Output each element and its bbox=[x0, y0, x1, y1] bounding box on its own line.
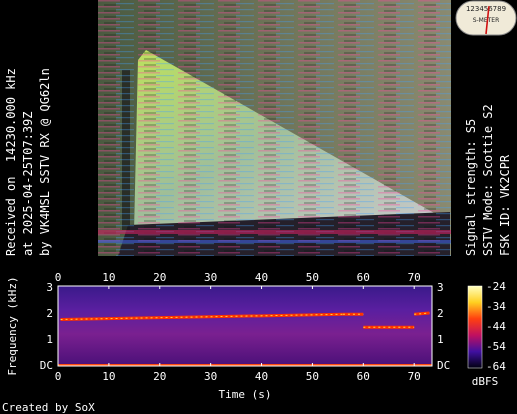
s-meter-scale: 123456789 bbox=[466, 5, 506, 13]
colorbar bbox=[467, 285, 483, 369]
time-tick-top-label: 20 bbox=[153, 271, 166, 284]
time-tick-bottom-label: 70 bbox=[408, 370, 421, 383]
time-tick-bottom-label: 60 bbox=[357, 370, 370, 383]
time-tick-top-label: 60 bbox=[357, 271, 370, 284]
time-tick-top-label: 10 bbox=[102, 271, 115, 284]
colorbar-unit: dBFS bbox=[472, 375, 499, 388]
received-frequency-caption: Received on 14230.000 kHz bbox=[4, 68, 18, 256]
time-tick-top-label: 70 bbox=[408, 271, 421, 284]
time-tick-top-label: 50 bbox=[306, 271, 319, 284]
freq-tick-left-label: 1 bbox=[46, 333, 53, 346]
freq-tick-right-label: DC bbox=[437, 359, 450, 372]
colorbar-tick-label: -24 bbox=[486, 280, 506, 293]
time-tick-bottom-label: 10 bbox=[102, 370, 115, 383]
time-tick-bottom-label: 0 bbox=[55, 370, 62, 383]
time-tick-top-label: 40 bbox=[255, 271, 268, 284]
time-tick-top-label: 0 bbox=[55, 271, 62, 284]
signal-strength-caption: Signal strength: S5 bbox=[464, 118, 478, 256]
s-meter-label: S-METER bbox=[473, 17, 500, 24]
colorbar-tick-label: -64 bbox=[486, 360, 506, 373]
x-axis-label: Time (s) bbox=[219, 388, 272, 401]
colorbar-tick-label: -44 bbox=[486, 320, 506, 333]
colorbar-tick-label: -54 bbox=[486, 340, 506, 353]
colorbar-tick-label: -34 bbox=[486, 300, 506, 313]
time-tick-bottom-label: 40 bbox=[255, 370, 268, 383]
received-time-caption: at 2025-04-25T07:39Z bbox=[21, 111, 35, 257]
decoded-sstv-image bbox=[98, 0, 451, 256]
freq-tick-right-label: 1 bbox=[437, 333, 444, 346]
fsk-id-caption: FSK ID: VK2CPR bbox=[498, 154, 512, 256]
receiver-station-caption: by VK4MSL SSTV RX @ QG62ln bbox=[38, 68, 52, 256]
sstv-mode-caption: SSTV Mode: Scottie S2 bbox=[481, 104, 495, 256]
time-tick-bottom-label: 20 bbox=[153, 370, 166, 383]
spectrogram-panel: 0 10 20 30 40 50 60 70 0 10 20 30 40 50 60 70 DC 1 2 3 DC… bbox=[2, 271, 506, 414]
freq-tick-right-label: 3 bbox=[437, 281, 444, 294]
s-meter-icon: 123456789 S-METER bbox=[455, 0, 517, 36]
time-tick-bottom-label: 50 bbox=[306, 370, 319, 383]
y-axis-label: Frequency (kHz) bbox=[6, 276, 19, 375]
freq-tick-left-label: DC bbox=[40, 359, 53, 372]
freq-tick-left-label: 3 bbox=[46, 281, 53, 294]
time-tick-bottom-label: 30 bbox=[204, 370, 217, 383]
signal-trace-segment bbox=[414, 311, 430, 316]
freq-tick-left-label: 2 bbox=[46, 307, 53, 320]
time-tick-top-label: 30 bbox=[204, 271, 217, 284]
credit-text: Created by SoX bbox=[2, 401, 95, 414]
freq-tick-right-label: 2 bbox=[437, 307, 444, 320]
